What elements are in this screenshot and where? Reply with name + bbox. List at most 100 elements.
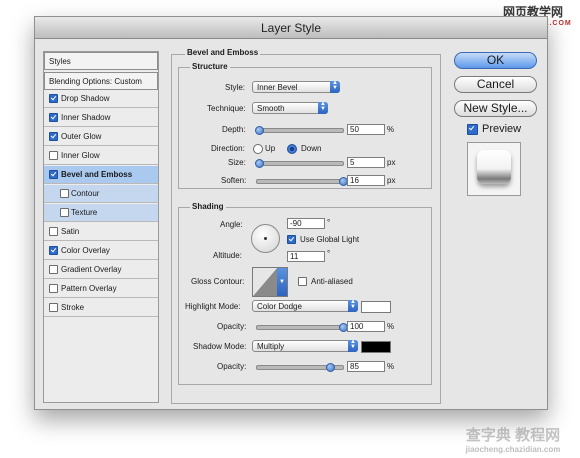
style-label: Style: — [225, 83, 246, 92]
angle-dial[interactable] — [251, 224, 280, 253]
style-item-label: Pattern Overlay — [61, 284, 117, 293]
anti-aliased-checkbox[interactable] — [298, 277, 307, 286]
direction-down-radio[interactable] — [287, 144, 297, 154]
highlight-mode-value: Color Dodge — [257, 302, 302, 311]
highlight-color-swatch[interactable] — [361, 301, 391, 313]
shadow-opacity-label: Opacity: — [217, 362, 247, 371]
global-light-checkbox[interactable] — [287, 235, 296, 244]
style-item-color-overlay[interactable]: Color Overlay — [44, 242, 158, 260]
angle-label: Angle: — [220, 220, 243, 229]
depth-input[interactable]: 50 — [347, 124, 385, 135]
style-item-stroke[interactable]: Stroke — [44, 299, 158, 317]
style-item-inner-shadow[interactable]: Inner Shadow — [44, 109, 158, 127]
angle-unit: ° — [327, 218, 331, 227]
style-item-checkbox[interactable] — [49, 151, 58, 160]
technique-value: Smooth — [257, 104, 285, 113]
style-item-checkbox[interactable] — [49, 265, 58, 274]
style-item-checkbox[interactable] — [49, 132, 58, 141]
style-item-checkbox[interactable] — [49, 94, 58, 103]
depth-slider[interactable] — [254, 126, 344, 135]
highlight-opacity-input[interactable]: 100 — [347, 321, 385, 332]
shadow-mode-dropdown[interactable]: Multiply ▲ ▼ — [252, 339, 358, 352]
watermark-bottom-url: jiaocheng.chazidian.com — [465, 445, 561, 454]
style-item-checkbox[interactable] — [60, 189, 69, 198]
style-item-checkbox[interactable] — [60, 208, 69, 217]
updown-arrows-icon: ▲ ▼ — [318, 101, 328, 114]
structure-title: Structure — [190, 62, 230, 71]
preview-label: Preview — [482, 123, 522, 135]
title-bar[interactable]: Layer Style — [35, 17, 547, 39]
style-item-contour[interactable]: Contour — [44, 185, 158, 203]
ok-button[interactable]: OK — [454, 52, 537, 69]
blending-options-label: Blending Options: Custom — [49, 77, 142, 86]
soften-input[interactable]: 16 — [347, 175, 385, 186]
altitude-label: Altitude: — [213, 251, 242, 260]
shadow-opacity-input[interactable]: 85 — [347, 361, 385, 372]
style-item-drop-shadow[interactable]: Drop Shadow — [44, 90, 158, 108]
soften-unit: px — [387, 176, 396, 185]
style-item-pattern-overlay[interactable]: Pattern Overlay — [44, 280, 158, 298]
size-input[interactable]: 5 — [347, 157, 385, 168]
preview-checkbox[interactable] — [467, 124, 478, 135]
altitude-input[interactable]: 11 — [287, 251, 325, 262]
style-item-checkbox[interactable] — [49, 170, 58, 179]
updown-arrows-icon: ▲ ▼ — [348, 339, 358, 352]
gloss-contour-label: Gloss Contour: — [191, 277, 245, 286]
style-item-checkbox[interactable] — [49, 227, 58, 236]
shading-title: Shading — [190, 202, 226, 211]
style-item-outer-glow[interactable]: Outer Glow — [44, 128, 158, 146]
technique-dropdown[interactable]: Smooth ▲ ▼ — [252, 101, 328, 114]
size-unit: px — [387, 158, 396, 167]
style-item-label: Inner Glow — [61, 151, 100, 160]
dialog-title: Layer Style — [260, 21, 322, 35]
depth-slider-knob[interactable] — [254, 126, 264, 135]
style-item-gradient-overlay[interactable]: Gradient Overlay — [44, 261, 158, 279]
angle-dial-center — [264, 237, 267, 240]
highlight-mode-dropdown[interactable]: Color Dodge ▲ ▼ — [252, 299, 358, 312]
direction-label: Direction: — [211, 144, 245, 153]
altitude-unit: ° — [327, 249, 331, 258]
style-value: Inner Bevel — [257, 83, 298, 92]
preview-shape — [477, 150, 511, 184]
shadow-color-swatch[interactable] — [361, 341, 391, 353]
style-item-satin[interactable]: Satin — [44, 223, 158, 241]
gloss-contour-picker[interactable]: ▼ — [252, 267, 288, 297]
style-dropdown[interactable]: Inner Bevel ▲ ▼ — [252, 80, 340, 93]
depth-label: Depth: — [222, 125, 246, 134]
cancel-button[interactable]: Cancel — [454, 76, 537, 93]
style-item-bevel-and-emboss[interactable]: Bevel and Emboss — [44, 166, 158, 184]
depth-unit: % — [387, 125, 395, 134]
style-item-label: Gradient Overlay — [61, 265, 122, 274]
direction-up-label: Up — [265, 144, 276, 153]
shadow-opacity-slider[interactable] — [256, 363, 344, 372]
style-item-label: Inner Shadow — [61, 113, 111, 122]
style-item-checkbox[interactable] — [49, 113, 58, 122]
size-slider-knob[interactable] — [254, 159, 264, 168]
highlight-opacity-unit: % — [387, 322, 395, 331]
style-item-checkbox[interactable] — [49, 246, 58, 255]
style-item-label: Texture — [71, 208, 98, 217]
global-light-label: Use Global Light — [300, 235, 360, 244]
style-item-inner-glow[interactable]: Inner Glow — [44, 147, 158, 165]
style-item-texture[interactable]: Texture — [44, 204, 158, 222]
new-style-button[interactable]: New Style... — [454, 100, 537, 117]
style-item-checkbox[interactable] — [49, 284, 58, 293]
size-slider[interactable] — [254, 159, 344, 168]
styles-header[interactable]: Styles — [44, 52, 158, 70]
direction-up-radio[interactable] — [253, 144, 263, 154]
angle-input[interactable]: -90 — [287, 218, 325, 229]
chevron-down-icon[interactable]: ▼ — [277, 268, 287, 296]
style-item-label: Stroke — [61, 303, 85, 312]
style-item-label: Outer Glow — [61, 132, 102, 141]
highlight-opacity-slider[interactable] — [256, 323, 348, 332]
soften-slider[interactable] — [256, 177, 348, 186]
updown-arrows-icon: ▲ ▼ — [348, 299, 358, 312]
layer-style-dialog: Layer Style Styles Blending Options: Cus… — [34, 16, 548, 410]
style-item-label: Satin — [61, 227, 80, 236]
watermark-bottom-text: 查字典 教程网 — [465, 427, 561, 444]
technique-label: Technique: — [207, 104, 246, 113]
style-item-checkbox[interactable] — [49, 303, 58, 312]
updown-arrows-icon: ▲ ▼ — [330, 80, 340, 93]
style-item-label: Bevel and Emboss — [61, 170, 133, 179]
blending-options-item[interactable]: Blending Options: Custom — [44, 72, 158, 90]
